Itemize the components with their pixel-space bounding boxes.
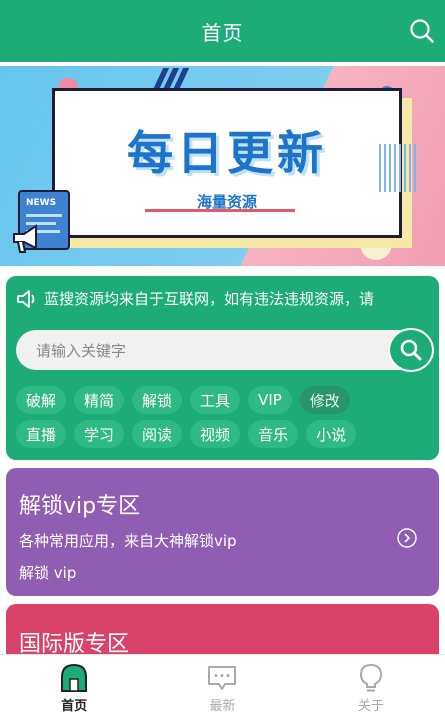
bottom-tab-bar: 首页 最新 关于 bbox=[0, 654, 445, 721]
search-card: 蓝搜资源均来自于互联网，如有违法违规资源，请 破解 精简 解锁 工具 VIP 修… bbox=[6, 276, 439, 460]
tag-modify[interactable]: 修改 bbox=[299, 386, 350, 414]
app-header: 首页 bbox=[0, 0, 445, 62]
tag-music[interactable]: 音乐 bbox=[248, 420, 299, 448]
home-icon bbox=[61, 663, 88, 692]
tag-row: 直播 学习 阅读 视频 音乐 小说 bbox=[16, 420, 436, 448]
tab-latest[interactable]: 最新 bbox=[148, 655, 296, 721]
tag-crack[interactable]: 破解 bbox=[16, 386, 67, 414]
megaphone-icon bbox=[13, 224, 37, 253]
tag-novel[interactable]: 小说 bbox=[306, 420, 357, 448]
search-icon bbox=[400, 339, 422, 361]
tag-unlock[interactable]: 解锁 bbox=[132, 386, 183, 414]
speaker-icon bbox=[17, 289, 35, 308]
promo-vip-desc: 各种常用应用，来自大神解锁vip bbox=[19, 532, 237, 550]
subtitle-underline bbox=[145, 209, 295, 212]
news-badge: NEWS bbox=[26, 198, 57, 208]
tag-lite[interactable]: 精简 bbox=[74, 386, 125, 414]
lightbulb-icon bbox=[359, 663, 382, 692]
tab-home[interactable]: 首页 bbox=[0, 655, 148, 721]
tag-tools[interactable]: 工具 bbox=[190, 386, 241, 414]
search-icon[interactable] bbox=[409, 18, 435, 44]
search-submit-button[interactable] bbox=[388, 328, 434, 372]
banner-title: 每日更新 bbox=[127, 126, 327, 180]
notice-bar: 蓝搜资源均来自于互联网，如有违法违规资源，请 bbox=[16, 288, 374, 309]
chevron-right-icon[interactable] bbox=[397, 528, 417, 548]
news-line bbox=[26, 214, 62, 217]
tag-video[interactable]: 视频 bbox=[190, 420, 241, 448]
tag-read[interactable]: 阅读 bbox=[132, 420, 183, 448]
decor-stripes bbox=[379, 144, 419, 192]
tab-about-label: 关于 bbox=[357, 699, 384, 714]
search-input[interactable] bbox=[34, 330, 378, 372]
tag-study[interactable]: 学习 bbox=[74, 420, 125, 448]
banner[interactable]: 每日更新 海量资源 NEWS bbox=[0, 66, 445, 266]
promo-vip-subtitle: 解锁 vip bbox=[19, 564, 77, 582]
notice-text: 蓝搜资源均来自于互联网，如有违法违规资源，请 bbox=[44, 290, 375, 308]
chat-bubble-icon bbox=[208, 666, 237, 690]
tab-about[interactable]: 关于 bbox=[297, 655, 445, 721]
page-title: 首页 bbox=[201, 20, 244, 45]
tag-row: 破解 精简 解锁 工具 VIP 修改 bbox=[16, 386, 436, 414]
tab-home-label: 首页 bbox=[61, 699, 88, 714]
promo-vip-card[interactable]: 解锁vip专区 各种常用应用，来自大神解锁vip 解锁 vip bbox=[6, 468, 439, 596]
promo-vip-title: 解锁vip专区 bbox=[19, 494, 141, 519]
tag-vip[interactable]: VIP bbox=[248, 386, 292, 414]
search-box bbox=[16, 328, 434, 372]
tag-live[interactable]: 直播 bbox=[16, 420, 67, 448]
banner-card: 每日更新 海量资源 bbox=[52, 88, 402, 238]
tab-latest-label: 最新 bbox=[209, 699, 236, 714]
